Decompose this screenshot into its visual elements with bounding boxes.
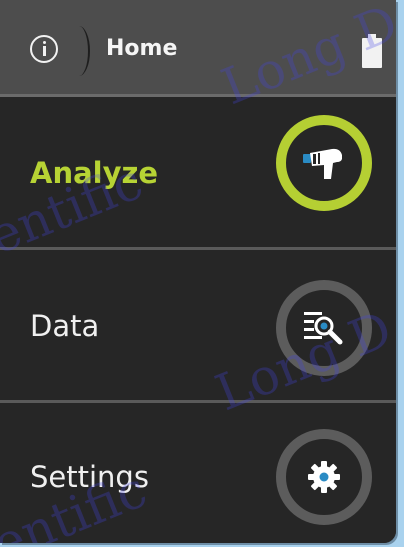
data-search-icon xyxy=(304,312,343,345)
menu-item-analyze[interactable]: Analyze xyxy=(0,97,396,250)
analyze-button-ring[interactable] xyxy=(276,115,372,211)
menu-item-label: Settings xyxy=(30,460,149,494)
menu-item-data[interactable]: Data xyxy=(0,250,396,403)
page-title: Home xyxy=(106,36,178,61)
device-screen: Home Analyze Data Settings Long D entifi… xyxy=(0,0,396,543)
data-button-ring[interactable] xyxy=(276,280,372,376)
menu-item-label: Analyze xyxy=(30,156,159,190)
header-separator xyxy=(68,26,90,76)
header-bar: Home xyxy=(0,0,396,97)
gear-icon xyxy=(308,461,340,493)
battery-icon xyxy=(362,34,382,68)
menu-item-settings[interactable]: Settings xyxy=(0,403,396,543)
analyzer-gun-icon xyxy=(303,148,342,179)
settings-button-ring[interactable] xyxy=(276,429,372,525)
info-icon[interactable] xyxy=(30,35,58,63)
menu-item-label: Data xyxy=(30,309,100,343)
